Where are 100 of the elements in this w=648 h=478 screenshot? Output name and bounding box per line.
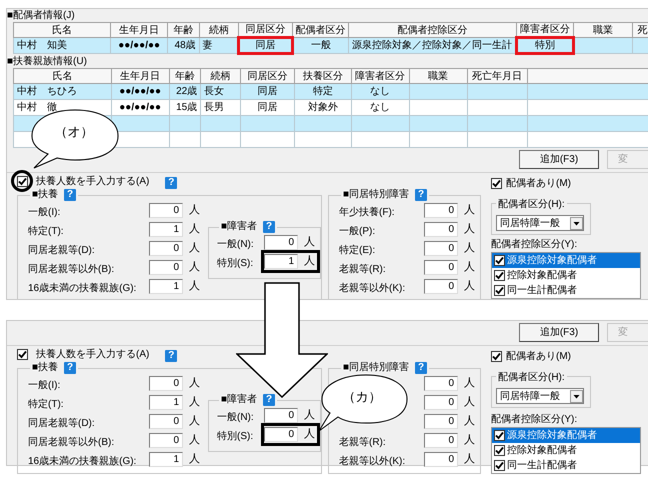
column-header[interactable]: 年齢 bbox=[168, 22, 200, 38]
checkbox[interactable] bbox=[494, 255, 505, 266]
count-field[interactable]: 1 bbox=[264, 254, 298, 269]
unit-label: 人 bbox=[304, 408, 315, 424]
count-field[interactable]: 0 bbox=[149, 414, 183, 429]
count-field[interactable]: 0 bbox=[149, 241, 183, 256]
field-label: 16歳未満の扶養親族(G): bbox=[28, 282, 136, 294]
group-title: ■同居特別障害 bbox=[343, 189, 410, 201]
checkbox[interactable] bbox=[491, 178, 502, 188]
column-header[interactable]: 死亡年月日 bbox=[467, 68, 528, 84]
field-label: 同居老親等以外(B): bbox=[28, 264, 114, 274]
field-label: 同居老親等(D): bbox=[28, 418, 95, 428]
help-icon[interactable]: ? bbox=[165, 177, 178, 189]
column-header[interactable]: 氏名 bbox=[14, 68, 112, 84]
column-header[interactable]: 職業 bbox=[574, 22, 632, 38]
checkbox[interactable] bbox=[494, 270, 505, 281]
unit-label: 人 bbox=[189, 433, 200, 448]
checkbox-label[interactable]: 扶養人数を手入力する(A) bbox=[36, 346, 150, 362]
list-item[interactable]: 源泉控除対象配偶者 bbox=[492, 428, 640, 443]
unit-label: 人 bbox=[464, 414, 475, 430]
column-header[interactable]: 死 bbox=[632, 22, 648, 38]
column-header[interactable]: 障害者区分 bbox=[351, 68, 410, 84]
help-icon[interactable]: ? bbox=[415, 189, 428, 201]
dropdown[interactable]: 同居特障一般 bbox=[496, 388, 584, 404]
count-field[interactable]: 0 bbox=[149, 260, 183, 275]
checkbox-label[interactable]: 配偶者あり(M) bbox=[506, 176, 571, 190]
unit-label: 人 bbox=[464, 452, 475, 468]
column-header[interactable]: 同居区分 bbox=[240, 68, 294, 84]
column-header[interactable]: 職業 bbox=[409, 68, 468, 84]
unit-label: 人 bbox=[464, 279, 475, 294]
checkbox[interactable] bbox=[494, 460, 505, 471]
count-field[interactable]: 1 bbox=[149, 395, 183, 410]
count-field[interactable]: 1 bbox=[149, 222, 183, 237]
count-field[interactable]: 0 bbox=[424, 376, 458, 391]
checkbox[interactable] bbox=[494, 445, 505, 456]
help-icon[interactable]: ? bbox=[263, 394, 276, 406]
table-cell: 一般 bbox=[292, 38, 349, 54]
field-label: 16歳未満の扶養親族(G): bbox=[28, 456, 136, 466]
count-field[interactable]: 0 bbox=[424, 452, 458, 467]
checkbox[interactable] bbox=[494, 285, 505, 296]
help-icon[interactable]: ? bbox=[263, 221, 276, 233]
count-field[interactable]: 0 bbox=[424, 279, 458, 294]
checkbox-label[interactable]: 扶養人数を手入力する(A) bbox=[36, 174, 150, 188]
group-title: ■扶養 bbox=[32, 362, 58, 374]
check-icon bbox=[18, 350, 27, 358]
column-header[interactable]: 障害者区分 bbox=[516, 22, 574, 38]
unit-label: 人 bbox=[304, 235, 315, 250]
list-item[interactable]: 源泉控除対象配偶者 bbox=[492, 253, 640, 268]
count-field[interactable]: 0 bbox=[149, 376, 183, 391]
checkbox[interactable] bbox=[494, 430, 505, 441]
help-icon[interactable]: ? bbox=[64, 189, 76, 201]
count-field[interactable]: 0 bbox=[424, 203, 458, 218]
help-icon[interactable]: ? bbox=[415, 362, 428, 374]
group-title: ■障害者 bbox=[221, 221, 258, 233]
column-header[interactable]: 続柄 bbox=[199, 22, 239, 38]
count-field[interactable]: 0 bbox=[149, 203, 183, 218]
column-header[interactable]: 年齢 bbox=[169, 68, 201, 84]
count-field[interactable]: 0 bbox=[424, 222, 458, 237]
count-field[interactable]: 0 bbox=[264, 235, 298, 250]
unit-label: 人 bbox=[189, 279, 200, 294]
toolbar-button[interactable]: 追加(F3) bbox=[519, 322, 599, 342]
column-header[interactable]: 配偶者控除区分 bbox=[348, 22, 516, 38]
checkbox-label[interactable]: 配偶者あり(M) bbox=[506, 348, 571, 364]
checkbox[interactable] bbox=[17, 348, 28, 360]
column-header[interactable]: 扶養区分 bbox=[294, 68, 352, 84]
count-field[interactable]: 0 bbox=[424, 395, 458, 410]
field-label: 特別(S): bbox=[217, 258, 254, 268]
unit-label: 人 bbox=[189, 241, 200, 256]
field-label: 特定(T): bbox=[28, 398, 64, 410]
table-cell bbox=[409, 132, 468, 148]
count-field[interactable]: 1 bbox=[149, 279, 183, 294]
checkbox[interactable] bbox=[17, 176, 28, 186]
table-cell: 妻 bbox=[199, 38, 239, 54]
column-header[interactable]: 氏名 bbox=[14, 22, 110, 38]
count-field[interactable]: 0 bbox=[264, 408, 298, 423]
count-field[interactable]: 1 bbox=[149, 452, 183, 467]
dropdown[interactable]: 同居特障一般 bbox=[496, 215, 584, 231]
count-field[interactable]: 0 bbox=[424, 414, 458, 429]
column-header[interactable]: 配偶者区分 bbox=[292, 22, 349, 38]
toolbar-button[interactable]: 追加(F3) bbox=[519, 150, 599, 168]
count-field[interactable]: 0 bbox=[424, 433, 458, 448]
checkbox[interactable] bbox=[491, 350, 502, 362]
help-icon[interactable]: ? bbox=[64, 362, 76, 374]
field-label: 特別(S): bbox=[217, 430, 254, 442]
help-icon[interactable]: ? bbox=[165, 350, 178, 362]
count-field[interactable]: 0 bbox=[424, 241, 458, 256]
column-header[interactable]: 続柄 bbox=[200, 68, 240, 84]
count-field[interactable]: 0 bbox=[264, 427, 298, 442]
count-field[interactable]: 0 bbox=[424, 260, 458, 275]
field-label: 一般(I): bbox=[28, 380, 60, 390]
column-header[interactable]: 生年月日 bbox=[111, 68, 170, 84]
check-icon bbox=[18, 176, 27, 186]
column-header[interactable]: 同居区分 bbox=[238, 22, 292, 38]
table-cell bbox=[169, 132, 201, 148]
unit-label: 人 bbox=[464, 376, 475, 392]
count-field[interactable]: 0 bbox=[149, 433, 183, 448]
check-icon bbox=[492, 178, 501, 188]
table-cell bbox=[294, 132, 352, 148]
unit-label: 人 bbox=[304, 427, 315, 442]
column-header[interactable]: 生年月日 bbox=[110, 22, 168, 38]
